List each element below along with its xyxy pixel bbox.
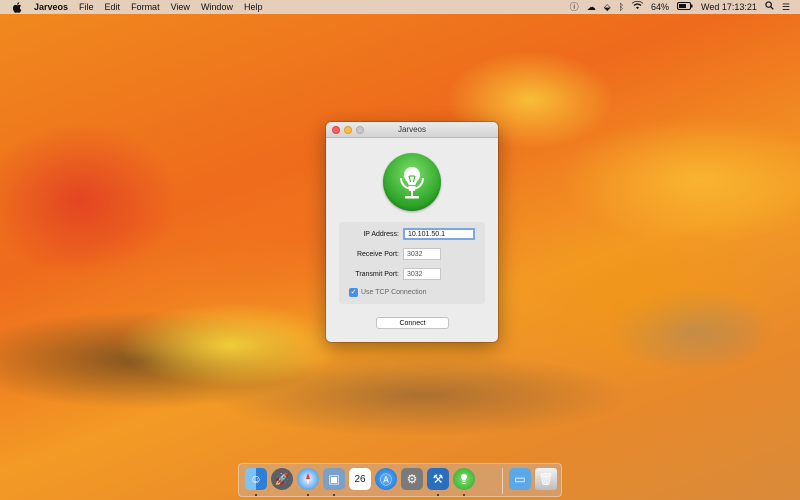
jarveos-dock-icon[interactable] <box>453 468 475 490</box>
launchpad-icon[interactable]: 🚀 <box>271 468 293 490</box>
running-indicator <box>463 494 465 496</box>
clock[interactable]: Wed 17:13:21 <box>701 0 757 14</box>
zoom-button[interactable] <box>356 126 364 134</box>
apple-icon[interactable] <box>12 1 24 13</box>
ip-address-label: IP Address: <box>363 230 399 238</box>
dropbox-icon[interactable]: ⬙ <box>604 0 611 14</box>
cloud-icon[interactable]: ☁ <box>587 0 596 14</box>
running-indicator <box>437 494 439 496</box>
menu-format[interactable]: Format <box>131 0 160 14</box>
receive-port-field[interactable]: 3032 <box>403 248 441 260</box>
finder-icon[interactable]: ☺ <box>245 468 267 490</box>
close-button[interactable] <box>332 126 340 134</box>
spotlight-icon[interactable] <box>765 0 774 14</box>
menu-edit[interactable]: Edit <box>105 0 121 14</box>
menu-app-name[interactable]: Jarveos <box>34 0 68 14</box>
transmit-port-label: Transmit Port: <box>355 270 399 278</box>
preview-icon[interactable]: ▣ <box>323 468 345 490</box>
system-preferences-icon[interactable]: ⚙ <box>401 468 423 490</box>
menu-view[interactable]: View <box>171 0 190 14</box>
microphone-lightbulb-icon <box>383 153 441 211</box>
dock: ☺ 🚀 ▣ 26 Ⓐ ⚙ ⚒ ▭ 🗑 <box>238 463 562 497</box>
app-store-icon[interactable]: Ⓐ <box>375 468 397 490</box>
connect-button[interactable]: Connect <box>376 317 449 329</box>
tcp-checkbox[interactable]: ✓ <box>349 288 358 297</box>
dock-separator <box>502 468 503 494</box>
battery-percent[interactable]: 64% <box>651 0 669 14</box>
ip-address-field[interactable]: 10.101.50.1 <box>403 228 475 240</box>
calendar-icon[interactable]: 26 <box>349 468 371 490</box>
notification-center-icon[interactable]: ☰ <box>782 0 790 14</box>
running-indicator <box>333 494 335 496</box>
transmit-port-field[interactable]: 3032 <box>403 268 441 280</box>
receive-port-label: Receive Port: <box>356 250 399 258</box>
bluetooth-icon[interactable]: ᛒ <box>619 0 624 14</box>
xcode-icon[interactable]: ⚒ <box>427 468 449 490</box>
battery-icon[interactable] <box>677 0 693 14</box>
jarveos-window: Jarveos IP Address: 10.101.50.1 Receive … <box>326 122 498 342</box>
window-titlebar[interactable]: Jarveos <box>326 122 498 138</box>
trash-icon[interactable]: 🗑 <box>535 468 557 490</box>
menu-window[interactable]: Window <box>201 0 233 14</box>
running-indicator <box>307 494 309 496</box>
menu-file[interactable]: File <box>79 0 94 14</box>
minimize-button[interactable] <box>344 126 352 134</box>
downloads-folder-icon[interactable]: ▭ <box>509 468 531 490</box>
running-indicator <box>255 494 257 496</box>
wifi-icon[interactable] <box>632 0 644 14</box>
menu-bar: Jarveos File Edit Format View Window Hel… <box>0 0 800 14</box>
connection-settings-panel: IP Address: 10.101.50.1 Receive Port: 30… <box>339 222 485 304</box>
status-area: ⓘ ☁ ⬙ ᛒ 64% Wed 17:13:21 ☰ <box>570 0 790 14</box>
info-icon[interactable]: ⓘ <box>570 0 579 14</box>
menu-help[interactable]: Help <box>244 0 263 14</box>
tcp-checkbox-label: Use TCP Connection <box>361 289 427 296</box>
safari-icon[interactable] <box>297 468 319 490</box>
tcp-checkbox-row[interactable]: ✓ Use TCP Connection <box>349 288 427 297</box>
calendar-day: 26 <box>354 473 366 485</box>
